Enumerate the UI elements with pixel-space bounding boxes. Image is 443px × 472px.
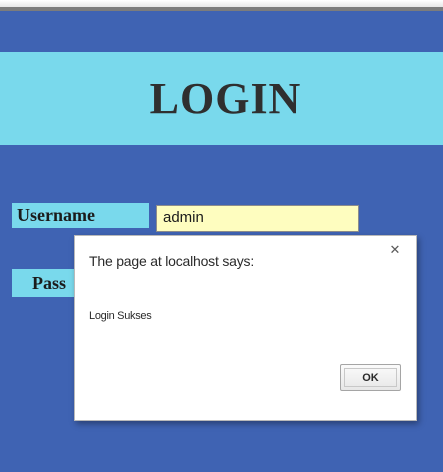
username-input[interactable]: admin xyxy=(156,205,359,232)
dialog-message: Login Sukses xyxy=(89,310,152,322)
dialog-header: The page at localhost says: xyxy=(89,253,255,269)
username-label: Username xyxy=(12,203,149,228)
ok-button[interactable]: OK xyxy=(340,364,401,391)
close-icon[interactable]: ✕ xyxy=(388,244,402,258)
ok-button-label: OK xyxy=(362,371,379,384)
alert-dialog: The page at localhost says: ✕ Login Suks… xyxy=(74,235,417,421)
browser-top-strip xyxy=(0,0,443,7)
page-title: LOGIN xyxy=(149,74,302,123)
login-page: LOGIN Username admin Pass The page at lo… xyxy=(0,0,443,472)
